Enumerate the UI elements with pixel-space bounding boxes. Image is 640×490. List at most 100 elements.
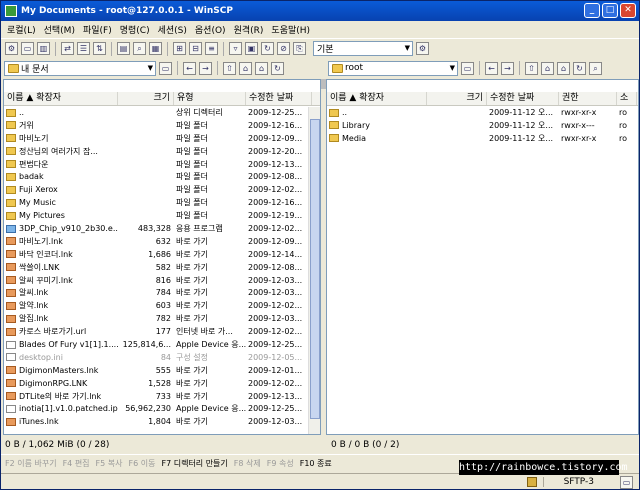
local-path-select[interactable]: 내 문서 ▼: [4, 60, 156, 76]
close-button[interactable]: ✕: [620, 3, 636, 18]
local-file-row[interactable]: 알씨 꾸미기.lnk 816 바로 가기 2009-12-03...: [4, 275, 320, 288]
remote-col-size[interactable]: 크기: [427, 92, 487, 105]
local-file-row[interactable]: desktop.ini 84 구성 설정 2009-12-05...: [4, 352, 320, 365]
remote-col-permissions[interactable]: 권한: [559, 92, 617, 105]
invert-selection-icon[interactable]: ≡: [205, 42, 218, 55]
local-file-row[interactable]: inotia[1].v1.0.patched.ipa 56,962,230 Appl…: [4, 403, 320, 416]
remote-home-icon[interactable]: ⌂: [557, 61, 570, 75]
local-col-date[interactable]: 수정한 날짜: [246, 92, 312, 105]
local-col-size[interactable]: 크기: [118, 92, 174, 105]
menu-commands[interactable]: 명령(C): [120, 23, 150, 36]
remote-col-date[interactable]: 수정한 날짜: [487, 92, 559, 105]
local-refresh-icon[interactable]: ↻: [271, 61, 284, 75]
local-home-icon[interactable]: ⌂: [255, 61, 268, 75]
local-file-row[interactable]: iTunes.lnk 1,804 바로 가기 2009-12-03...: [4, 416, 320, 429]
menu-remote[interactable]: 원격(R): [234, 23, 264, 36]
local-file-date: 2009-12-02...: [248, 185, 303, 195]
local-file-row[interactable]: 바닥 인코더.lnk 1,686 바로 가기 2009-12-14...: [4, 249, 320, 262]
local-file-row[interactable]: 마비노기 파일 폴더 2009-12-09...: [4, 133, 320, 146]
transfer-icon[interactable]: ⇅: [93, 42, 106, 55]
local-file-row[interactable]: 알집.lnk 782 바로 가기 2009-12-03...: [4, 313, 320, 326]
remote-root-dir-icon[interactable]: ⌂: [541, 61, 554, 75]
local-col-name[interactable]: 이름 ▲ 확장자: [4, 92, 118, 105]
copy-icon[interactable]: ⎘: [293, 42, 306, 55]
refresh-icon[interactable]: ↻: [261, 42, 274, 55]
local-scrollbar[interactable]: [308, 107, 320, 434]
fkey-button[interactable]: F7 디렉터리 만들기: [161, 458, 227, 469]
remote-path-select[interactable]: root ▼: [328, 60, 458, 76]
local-file-row[interactable]: DigimonMasters.lnk 555 바로 가기 2009-12-01...: [4, 365, 320, 378]
remote-file-row[interactable]: .. 2009-11-12 오... rwxr-xr-x ro: [327, 107, 638, 120]
local-back-icon[interactable]: ←: [183, 61, 196, 75]
console-icon[interactable]: ▭: [21, 42, 34, 55]
fkey-button[interactable]: F4 편집: [63, 458, 90, 469]
sort-icon[interactable]: ▣: [245, 42, 258, 55]
fkey-button[interactable]: F6 이동: [129, 458, 156, 469]
local-file-panel[interactable]: 이름 ▲ 확장자 크기 유형 수정한 날짜 .. 상위 디렉터리 2009-12-2…: [3, 79, 321, 435]
minimize-button[interactable]: _: [584, 3, 600, 18]
local-root-dir-icon[interactable]: ⌂: [239, 61, 252, 75]
local-scrollbar-thumb[interactable]: [310, 119, 320, 419]
remote-file-row[interactable]: Media 2009-11-12 오... rwxr-xr-x ro: [327, 133, 638, 146]
menu-options[interactable]: 옵션(O): [195, 23, 226, 36]
menu-local[interactable]: 로컬(L): [7, 23, 36, 36]
fkey-button[interactable]: F5 복사: [96, 458, 123, 469]
local-parent-dir-icon[interactable]: ⇧: [223, 61, 236, 75]
find-icon[interactable]: ⌕: [133, 42, 146, 55]
local-file-row[interactable]: My Pictures 파일 폴더 2009-12-19...: [4, 210, 320, 223]
local-file-row[interactable]: 알약.lnk 603 바로 가기 2009-12-02...: [4, 300, 320, 313]
remote-find-icon[interactable]: ⌕: [589, 61, 602, 75]
menu-help[interactable]: 도움말(H): [271, 23, 310, 36]
unselect-icon[interactable]: ⊟: [189, 42, 202, 55]
local-col-type[interactable]: 유형: [174, 92, 246, 105]
local-file-row[interactable]: 편법다운 파일 폴더 2009-12-13...: [4, 159, 320, 172]
local-open-folder-icon[interactable]: ▭: [159, 61, 172, 75]
filter-icon[interactable]: ▿: [229, 42, 242, 55]
local-file-row[interactable]: 카로스 바로가기.url 177 인터넷 바로 가... 2009-12-02...: [4, 326, 320, 339]
local-file-row[interactable]: 마비노기.lnk 632 바로 가기 2009-12-09...: [4, 236, 320, 249]
menu-mark[interactable]: 선택(M): [44, 23, 75, 36]
local-file-row[interactable]: Fuji Xerox 파일 폴더 2009-12-02...: [4, 184, 320, 197]
transfer-preset-select[interactable]: 기본 ▼: [313, 41, 413, 56]
local-file-row[interactable]: .. 상위 디렉터리 2009-12-25...: [4, 107, 320, 120]
local-file-row[interactable]: My Music 파일 폴더 2009-12-16...: [4, 197, 320, 210]
remote-file-row[interactable]: Library 2009-11-12 오... rwxr-x--- ro: [327, 120, 638, 133]
remote-col-owner[interactable]: 소: [617, 92, 637, 105]
remote-col-name[interactable]: 이름 ▲ 확장자: [327, 92, 427, 105]
maximize-button[interactable]: □: [602, 3, 618, 18]
fkey-button[interactable]: F9 속성: [267, 458, 294, 469]
remote-refresh-icon[interactable]: ↻: [573, 61, 586, 75]
compare-icon[interactable]: ▥: [37, 42, 50, 55]
remote-file-panel[interactable]: 이름 ▲ 확장자 크기 수정한 날짜 권한 소 .. 2009-11-12 오..…: [326, 79, 639, 435]
local-file-row[interactable]: 3DP_Chip_v910_2b30.e... 483,328 응용 프로그램 200…: [4, 223, 320, 236]
synchronize-icon[interactable]: ⇄: [61, 42, 74, 55]
stop-icon[interactable]: ⊘: [277, 42, 290, 55]
fkey-button[interactable]: F10 종료: [300, 458, 332, 469]
local-file-row[interactable]: DTLite의 바로 가기.lnk 733 바로 가기 2009-12-13...: [4, 391, 320, 404]
local-file-size: [118, 184, 174, 197]
remote-forward-icon[interactable]: →: [501, 61, 514, 75]
menu-session[interactable]: 세션(S): [158, 23, 187, 36]
remote-parent-dir-icon[interactable]: ⇧: [525, 61, 538, 75]
session-icon[interactable]: ▦: [149, 42, 162, 55]
preferences-icon[interactable]: ⚙: [5, 42, 18, 55]
local-file-row[interactable]: 알씨.lnk 784 바로 가기 2009-12-03...: [4, 287, 320, 300]
local-forward-icon[interactable]: →: [199, 61, 212, 75]
local-file-row[interactable]: 싹쓸이.LNK 582 바로 가기 2009-12-08...: [4, 262, 320, 275]
remote-back-icon[interactable]: ←: [485, 61, 498, 75]
local-file-type: 파일 폴더: [176, 133, 208, 143]
local-file-row[interactable]: Blades Of Fury v1[1].1.... 125,814,6... Ap…: [4, 339, 320, 352]
local-file-row[interactable]: badak 파일 폴더 2009-12-08...: [4, 171, 320, 184]
remote-open-folder-icon[interactable]: ▭: [461, 61, 474, 75]
terminal-icon[interactable]: ▤: [117, 42, 130, 55]
local-file-row[interactable]: 거위 파일 폴더 2009-12-16...: [4, 120, 320, 133]
menu-files[interactable]: 파일(F): [83, 23, 112, 36]
fkey-button[interactable]: F2 이름 바꾸기: [5, 458, 57, 469]
folder-icon: [6, 108, 16, 117]
fkey-button[interactable]: F8 삭제: [234, 458, 261, 469]
queue-icon[interactable]: ☰: [77, 42, 90, 55]
select-all-icon[interactable]: ⊞: [173, 42, 186, 55]
local-file-row[interactable]: 정산님의 여러가지 잡... 파일 폴더 2009-12-20...: [4, 146, 320, 159]
local-file-row[interactable]: DigimonRPG.LNK 1,528 바로 가기 2009-12-02...: [4, 378, 320, 391]
transfer-settings-icon[interactable]: ⚙: [416, 42, 429, 55]
